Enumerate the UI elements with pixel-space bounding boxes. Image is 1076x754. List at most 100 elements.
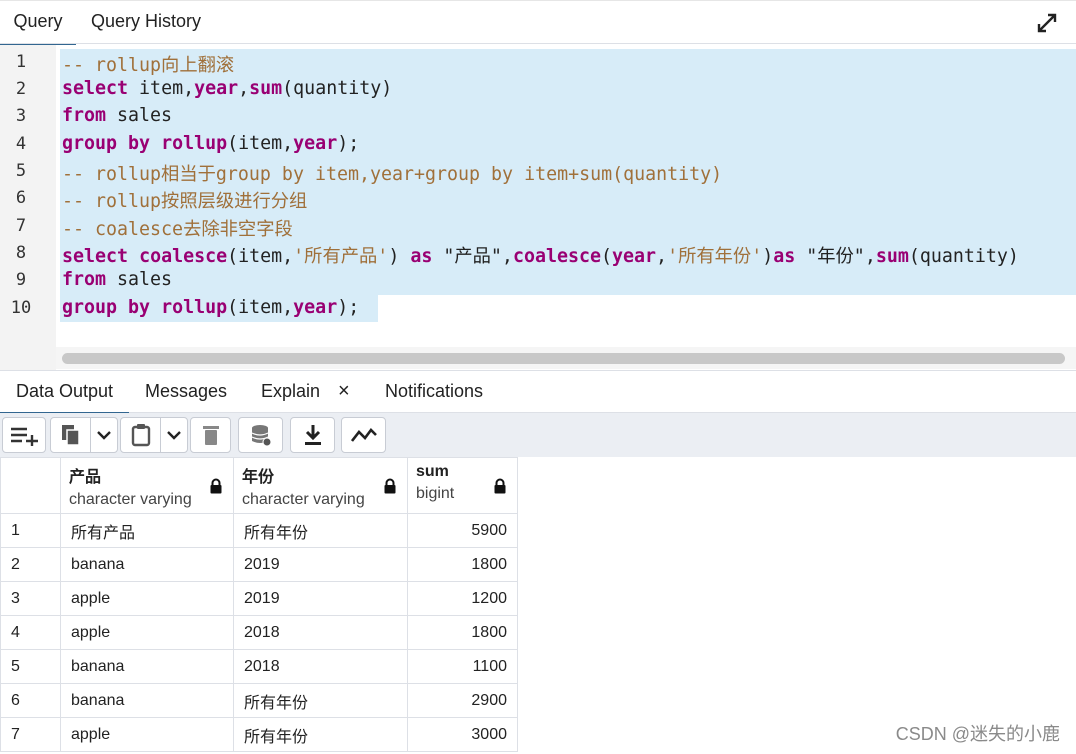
copy-icon [61,425,80,446]
column-name: 产品 [69,469,102,486]
paste-options-button[interactable] [160,417,188,453]
code-line: select item,year,sum(quantity) [62,78,393,99]
tab-messages[interactable]: Messages [145,371,227,412]
table-cell[interactable]: 2019 [233,547,408,582]
table-cell[interactable]: 1100 [407,649,518,684]
table-cell[interactable]: apple [60,717,234,752]
table-cell[interactable]: 1800 [407,547,518,582]
copy-button[interactable] [50,417,91,453]
column-header[interactable]: 年份 character varying [233,457,408,514]
line-number: 9 [15,270,27,290]
close-explain-icon[interactable]: × [338,371,350,412]
tab-notifications[interactable]: Notifications [385,371,483,412]
tab-query[interactable]: Query [0,1,76,47]
table-cell[interactable]: banana [60,649,234,684]
chevron-down-icon [167,431,181,440]
table-cell[interactable]: apple [60,615,234,650]
graph-icon [350,428,377,442]
lock-icon [210,478,222,494]
table-cell[interactable]: 2019 [233,581,408,616]
add-row-button[interactable] [2,417,46,453]
horizontal-scrollbar[interactable] [62,353,1065,364]
table-cell[interactable]: 2018 [233,615,408,650]
row-number-header [0,457,61,514]
delete-button[interactable] [190,417,231,453]
tab-query-history[interactable]: Query History [91,1,201,44]
table-cell[interactable]: 3000 [407,717,518,752]
table-cell[interactable]: 5900 [407,513,518,548]
graph-visualiser-button[interactable] [341,417,386,453]
line-number: 1 [15,52,27,72]
line-number: 8 [15,243,27,263]
table-cell[interactable]: 所有年份 [233,683,408,718]
code-line: group by rollup(item,year); [62,133,360,154]
save-data-icon [251,425,271,447]
line-number: 4 [15,134,27,154]
table-cell[interactable]: 1800 [407,615,518,650]
code-line: -- rollup向上翻滚 [62,55,235,76]
copy-options-button[interactable] [90,417,118,453]
row-number[interactable]: 7 [0,717,61,752]
watermark: CSDN @迷失的小鹿 [895,724,1060,744]
row-number[interactable]: 4 [0,615,61,650]
code-line: -- rollup按照层级进行分组 [62,191,308,212]
code-line: -- rollup相当于group by item,year+group by … [62,164,723,185]
code-line: from sales [62,269,173,290]
table-row[interactable]: 4 apple 2018 1800 [0,615,518,650]
row-number[interactable]: 1 [0,513,61,548]
line-number: 2 [15,79,27,99]
table-cell[interactable]: banana [60,683,234,718]
table-cell[interactable]: 2018 [233,649,408,684]
paste-icon [131,424,150,447]
line-number: 6 [15,188,27,208]
table-row[interactable]: 3 apple 2019 1200 [0,581,518,616]
line-number: 5 [15,161,27,181]
table-cell[interactable]: 所有产品 [60,513,234,548]
column-header[interactable]: sum bigint [407,457,518,514]
lock-icon [384,478,396,494]
table-row[interactable]: 1 所有产品 所有年份 5900 [0,513,518,548]
line-number: 10 [10,298,32,318]
line-number: 3 [15,106,27,126]
add-row-icon [11,427,38,446]
tab-explain[interactable]: Explain [261,371,320,412]
column-name: 年份 [242,469,275,486]
save-data-button[interactable] [238,417,283,453]
row-number[interactable]: 2 [0,547,61,582]
expand-icon[interactable] [1036,12,1058,34]
lock-icon [494,478,506,494]
line-number-gutter: 1 2 3 4 5 6 7 8 9 10 [0,45,56,370]
download-button[interactable] [290,417,335,453]
row-number[interactable]: 6 [0,683,61,718]
table-cell[interactable]: 所有年份 [233,513,408,548]
sql-editor[interactable]: 1 2 3 4 5 6 7 8 9 10 -- rollup向上翻滚 selec… [0,45,1076,370]
column-header[interactable]: 产品 character varying [60,457,234,514]
table-row[interactable]: 5 banana 2018 1100 [0,649,518,684]
table-row[interactable]: 6 banana 所有年份 2900 [0,683,518,718]
code-line: group by rollup(item,year); [62,297,360,318]
data-output-toolbar [0,413,1076,457]
result-grid: 产品 character varying 年份 character varyin… [0,457,518,752]
table-cell[interactable]: 1200 [407,581,518,616]
download-icon [304,425,321,445]
code-line: -- coalesce去除非空字段 [62,219,293,240]
code-line: from sales [62,105,173,126]
output-tabs: Data Output Messages Explain × Notificat… [0,370,1076,415]
chevron-down-icon [97,431,111,440]
tab-data-output[interactable]: Data Output [0,371,129,415]
table-cell[interactable]: banana [60,547,234,582]
query-tabs: Query Query History [0,0,1076,47]
table-cell[interactable]: 所有年份 [233,717,408,752]
column-type: character varying [69,491,192,508]
table-cell[interactable]: 2900 [407,683,518,718]
code-line: select coalesce(item,'所有产品') as "产品",coa… [62,246,1019,267]
table-row[interactable]: 7 apple 所有年份 3000 [0,717,518,752]
delete-icon [202,426,219,445]
line-number: 7 [15,216,27,236]
row-number[interactable]: 3 [0,581,61,616]
paste-button[interactable] [120,417,161,453]
column-type: character varying [242,491,365,508]
table-row[interactable]: 2 banana 2019 1800 [0,547,518,582]
row-number[interactable]: 5 [0,649,61,684]
table-cell[interactable]: apple [60,581,234,616]
